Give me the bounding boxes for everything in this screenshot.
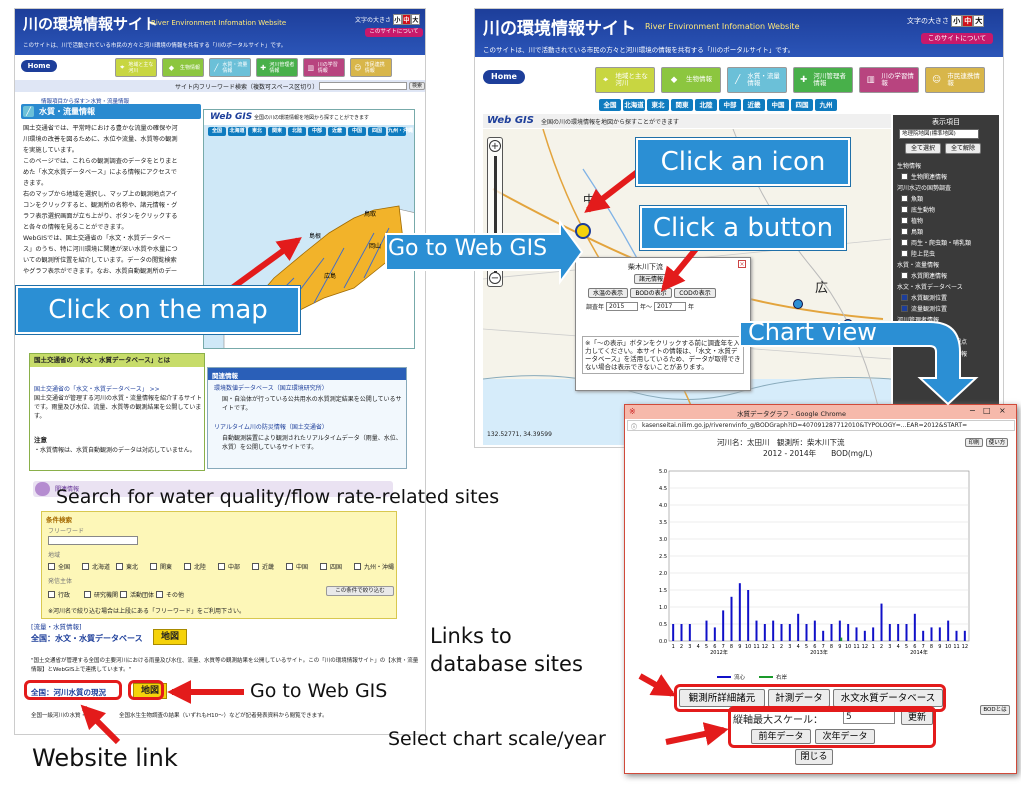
callout-chart-view: Chart view (748, 318, 877, 346)
label-links-db: Links to database sites (430, 624, 583, 676)
callout-click-map: Click on the map (15, 285, 301, 335)
label-select-scale: Select chart scale/year (388, 728, 606, 750)
arrow-click-icon (584, 167, 642, 213)
label-search-sites: Search for water quality/flow rate-relat… (56, 486, 500, 508)
label-go-webgis2: Go to Web GIS (250, 680, 388, 702)
arrow-scale (665, 722, 729, 746)
callout-click-icon: Click an icon (635, 137, 851, 187)
arrow-click-button (660, 242, 703, 292)
arrow-click-map (230, 237, 302, 291)
label-website-link: Website link (32, 744, 178, 772)
arrow-links (638, 673, 677, 697)
callout-go-webgis: Go to Web GIS (388, 236, 548, 261)
arrow-website-link (80, 704, 121, 745)
callout-click-button: Click a button (639, 205, 847, 251)
